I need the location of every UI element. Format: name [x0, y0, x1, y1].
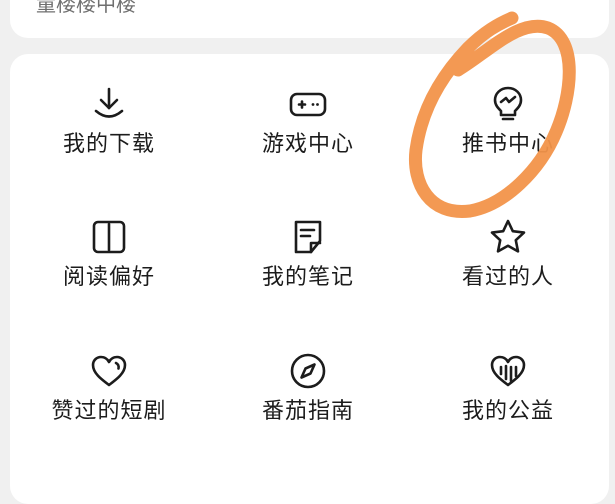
- services-panel: 我的下载 游戏中心 推书中心 阅读偏好 我的笔记 看过的人 赞过的短剧 番茄指南…: [10, 54, 609, 504]
- menu-item-label: 我的下载: [62, 132, 155, 157]
- menu-item-label: 推书中心: [461, 132, 554, 157]
- menu-item-reading-preferences[interactable]: 阅读偏好: [19, 217, 199, 327]
- star-icon: [488, 217, 528, 257]
- menu-item-fanqie-guide[interactable]: 番茄指南: [218, 351, 398, 461]
- menu-item-downloads[interactable]: 我的下载: [19, 84, 199, 194]
- menu-item-my-notes[interactable]: 我的笔记: [218, 217, 398, 327]
- menu-item-label: 游戏中心: [261, 132, 354, 157]
- book-icon: [89, 217, 129, 257]
- menu-item-book-recommendation[interactable]: 推书中心: [418, 84, 598, 194]
- menu-item-viewed-people[interactable]: 看过的人: [418, 217, 598, 327]
- gamepad-icon: [288, 84, 328, 124]
- menu-item-label: 我的公益: [461, 399, 554, 424]
- compass-icon: [288, 351, 328, 391]
- menu-item-label: 阅读偏好: [62, 265, 155, 290]
- menu-item-my-charity[interactable]: 我的公益: [418, 351, 598, 461]
- menu-item-label: 赞过的短剧: [51, 399, 167, 424]
- menu-item-liked-short-dramas[interactable]: 赞过的短剧: [19, 351, 199, 461]
- menu-item-label: 看过的人: [461, 265, 554, 290]
- top-card: 童楼楼中楼: [10, 0, 609, 38]
- note-icon: [288, 217, 328, 257]
- charity-heart-icon: [488, 351, 528, 391]
- menu-item-game-center[interactable]: 游戏中心: [218, 84, 398, 194]
- heart-icon: [89, 351, 129, 391]
- lightbulb-icon: [488, 84, 528, 124]
- top-card-text: 童楼楼中楼: [36, 0, 136, 16]
- menu-item-label: 我的笔记: [261, 265, 354, 290]
- menu-item-label: 番茄指南: [261, 399, 354, 424]
- download-icon: [89, 84, 129, 124]
